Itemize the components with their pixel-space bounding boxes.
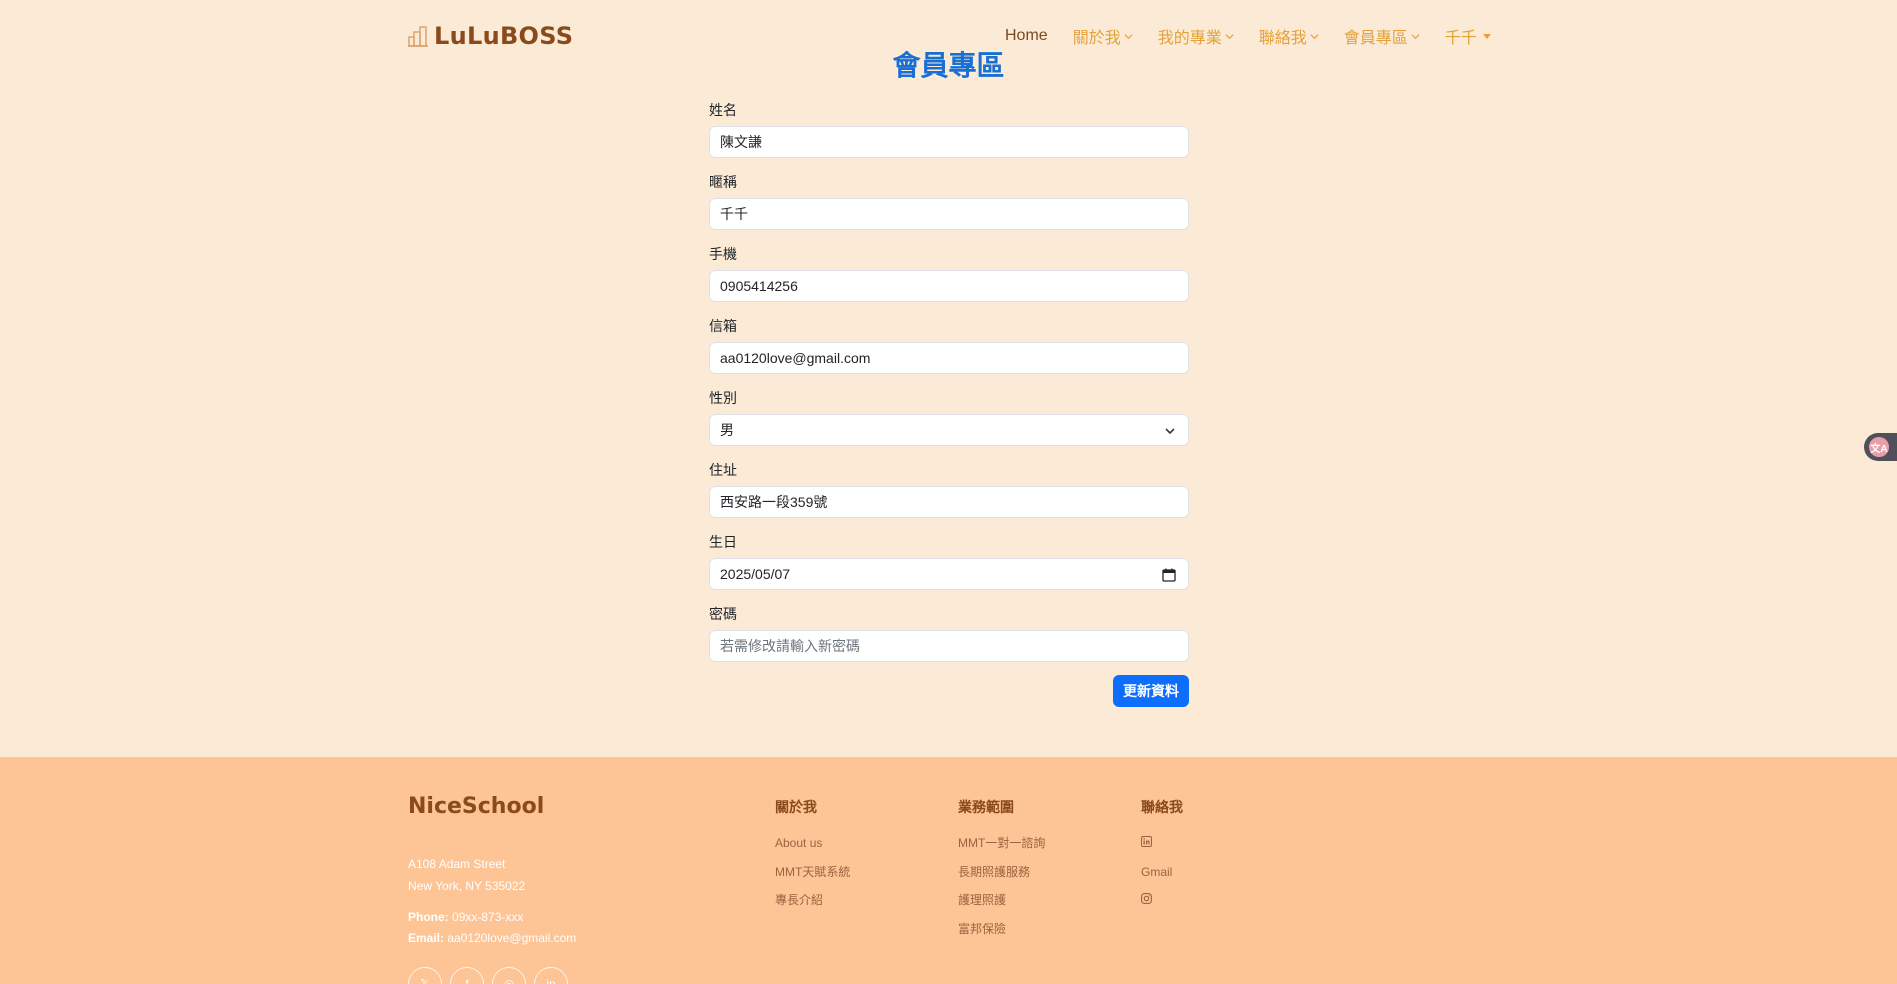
email-value: aa0120love@gmail.com: [447, 931, 577, 945]
password-label: 密碼: [709, 606, 737, 622]
phone-input[interactable]: 0905414256: [709, 270, 1189, 302]
footer-about-column: 關於我 About us MMT天賦系統 專長介紹: [775, 797, 850, 915]
email-label: Email:: [408, 931, 445, 945]
update-profile-button[interactable]: 更新資料: [1113, 675, 1189, 707]
x-twitter-icon[interactable]: 𝕏: [408, 967, 442, 984]
chevron-down-icon: [1165, 428, 1175, 435]
footer-link-expertise[interactable]: 專長介紹: [775, 886, 850, 915]
footer-link-gmail[interactable]: Gmail: [1141, 858, 1183, 887]
gender-select[interactable]: 男: [709, 414, 1189, 446]
instagram-glyph-icon: [1141, 893, 1152, 904]
email-value: aa0120love@gmail.com: [720, 350, 871, 366]
footer-contact-info: Phone: 09xx-873-xxx Email: aa0120love@gm…: [408, 907, 576, 949]
site-footer: NiceSchool A108 Adam Street New York, NY…: [0, 757, 1897, 984]
chevron-down-icon: [1124, 33, 1133, 39]
email-field-group: 信箱 aa0120love@gmail.com: [709, 312, 1189, 384]
phone-value: 09xx-873-xxx: [452, 910, 524, 924]
phone-field-group: 手機 0905414256: [709, 240, 1189, 312]
footer-link-mmt-system[interactable]: MMT天賦系統: [775, 858, 850, 887]
password-field-group: 密碼 若需修改請輸入新密碼: [709, 600, 1189, 672]
footer-link-insurance[interactable]: 富邦保險: [958, 915, 1045, 944]
phone-value: 0905414256: [720, 278, 798, 294]
birthday-field-group: 生日 2025/05/07: [709, 528, 1189, 600]
nickname-input[interactable]: 千千: [709, 198, 1189, 230]
email-input[interactable]: aa0120love@gmail.com: [709, 342, 1189, 374]
linkedin-icon[interactable]: in: [534, 967, 568, 984]
chevron-down-icon: [1411, 33, 1420, 39]
nav-home[interactable]: Home: [1005, 27, 1048, 45]
footer-services-heading: 業務範圍: [958, 799, 1014, 815]
phone-label: Phone:: [408, 910, 449, 924]
address-line-2: New York, NY 535022: [408, 879, 526, 893]
password-input[interactable]: 若需修改請輸入新密碼: [709, 630, 1189, 662]
footer-contact-heading: 聯絡我: [1141, 799, 1183, 815]
footer-link-about-us[interactable]: About us: [775, 829, 850, 858]
chevron-down-icon: [1310, 33, 1319, 39]
email-label: 信箱: [709, 318, 737, 334]
footer-link-long-term-care[interactable]: 長期照護服務: [958, 858, 1045, 887]
footer-social-links: 𝕏 f ◎ in: [408, 967, 568, 984]
linkedin-icon[interactable]: [1141, 829, 1183, 858]
caret-down-icon: [1482, 33, 1491, 39]
footer-link-mmt-consult[interactable]: MMT一對一諮詢: [958, 829, 1045, 858]
footer-phone: Phone: 09xx-873-xxx: [408, 907, 576, 928]
phone-label: 手機: [709, 246, 737, 262]
gender-field-group: 性別 男: [709, 384, 1189, 456]
name-value: 陳文謙: [720, 134, 762, 150]
name-field-group: 姓名 陳文謙: [709, 96, 1189, 168]
footer-contact-column: 聯絡我 Gmail: [1141, 797, 1183, 915]
footer-email: Email: aa0120love@gmail.com: [408, 928, 576, 949]
calendar-icon[interactable]: [1162, 568, 1176, 582]
nickname-label: 暱稱: [709, 174, 737, 190]
birthday-label: 生日: [709, 534, 737, 550]
member-profile-form: 姓名 陳文謙 暱稱 千千 手機 0905414256 信箱 aa0120love…: [709, 96, 1189, 672]
password-placeholder: 若需修改請輸入新密碼: [720, 638, 860, 654]
gender-label: 性別: [709, 390, 737, 406]
address-input[interactable]: 西安路一段359號: [709, 486, 1189, 518]
birthday-value: 2025/05/07: [720, 566, 791, 582]
address-label: 住址: [709, 462, 737, 478]
address-field-group: 住址 西安路一段359號: [709, 456, 1189, 528]
linkedin-square-icon: [1141, 836, 1152, 847]
address-line-1: A108 Adam Street: [408, 857, 506, 871]
chevron-down-icon: [1225, 33, 1234, 39]
gender-value: 男: [720, 422, 734, 438]
translate-widget[interactable]: 文A: [1864, 433, 1897, 461]
instagram-icon[interactable]: ◎: [492, 967, 526, 984]
footer-address: A108 Adam Street New York, NY 535022: [408, 853, 525, 897]
instagram-icon[interactable]: [1141, 886, 1183, 915]
birthday-input[interactable]: 2025/05/07: [709, 558, 1189, 590]
translate-icon: 文A: [1869, 437, 1889, 457]
nickname-field-group: 暱稱 千千: [709, 168, 1189, 240]
address-value: 西安路一段359號: [720, 494, 828, 510]
page-title: 會員專區: [892, 49, 1005, 82]
footer-about-heading: 關於我: [775, 799, 817, 815]
footer-services-column: 業務範圍 MMT一對一諮詢 長期照護服務 護理照護 富邦保險: [958, 797, 1045, 943]
footer-link-nursing-care[interactable]: 護理照護: [958, 886, 1045, 915]
name-input[interactable]: 陳文謙: [709, 126, 1189, 158]
facebook-icon[interactable]: f: [450, 967, 484, 984]
name-label: 姓名: [709, 102, 737, 118]
nickname-value: 千千: [720, 206, 748, 222]
footer-brand[interactable]: NiceSchool: [408, 794, 544, 819]
nav-home-label: Home: [1005, 27, 1048, 44]
